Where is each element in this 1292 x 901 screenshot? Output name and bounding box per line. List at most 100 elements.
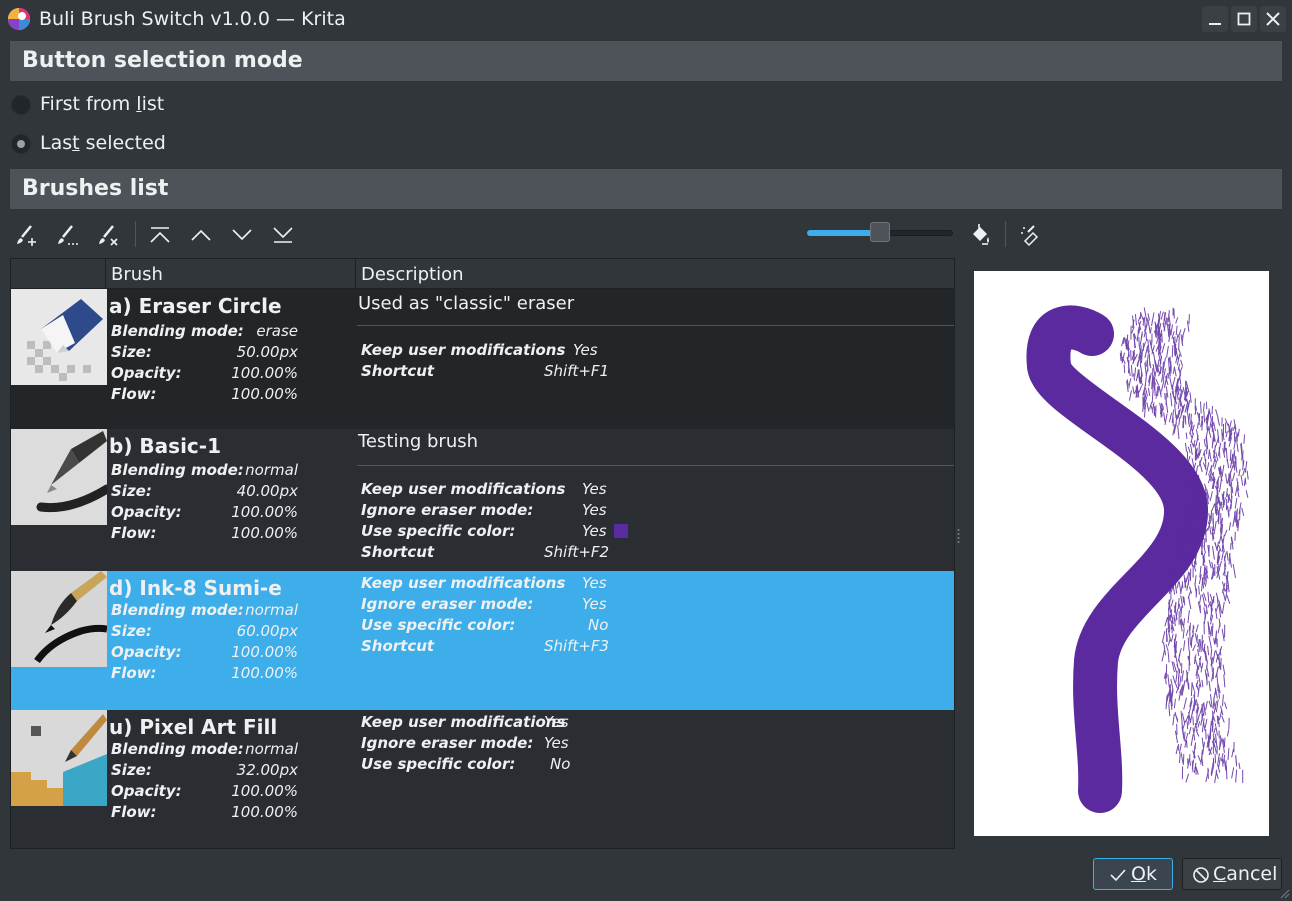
selection-mode-title: Button selection mode: [22, 48, 303, 73]
option-value: Yes: [544, 713, 569, 731]
maximize-button[interactable]: [1231, 6, 1257, 32]
sketch-stroke-hatch: [1188, 413, 1191, 424]
description-separator: [357, 325, 954, 326]
sketch-stroke-hatch: [1188, 625, 1191, 635]
sketch-stroke-hatch: [1196, 634, 1198, 642]
edit-brush-icon: [58, 225, 78, 245]
radio-last-selected[interactable]: Last selected: [10, 129, 310, 159]
slider-handle[interactable]: [870, 222, 890, 242]
sketch-stroke-hatch: [1161, 343, 1166, 354]
sketch-stroke-hatch: [1189, 431, 1193, 439]
sketch-stroke-hatch: [1225, 473, 1228, 484]
resize-grip-icon[interactable]: [1278, 887, 1290, 899]
stroke-preview-canvas: [1026, 305, 1249, 813]
sketch-stroke-hatch: [1221, 551, 1224, 561]
option-key: Use specific color:: [361, 616, 516, 634]
sketch-stroke-hatch: [1227, 580, 1230, 593]
ok-button[interactable]: Ok: [1093, 858, 1173, 890]
sketch-stroke-hatch: [1175, 334, 1179, 343]
column-header-brush[interactable]: Brush: [105, 259, 357, 289]
minimize-button[interactable]: [1202, 6, 1228, 32]
close-button[interactable]: [1260, 6, 1286, 32]
sketch-stroke-hatch: [1169, 376, 1173, 391]
radio-button[interactable]: [11, 95, 31, 115]
sketch-stroke-hatch: [1165, 644, 1169, 652]
sketch-stroke-hatch: [1179, 366, 1183, 374]
move-last-icon: [273, 227, 293, 243]
sketch-stroke-hatch: [1176, 581, 1180, 589]
sketch-stroke-hatch: [1172, 713, 1175, 726]
brush-description: Testing brush: [358, 431, 479, 452]
brushes-table: Brush Description a) Eraser Circle Blend…: [10, 258, 955, 849]
sketch-stroke-hatch: [1196, 665, 1199, 679]
add-brush-button[interactable]: [11, 218, 43, 250]
sketch-stroke-hatch: [1177, 597, 1180, 610]
move-down-button[interactable]: [226, 218, 258, 250]
sketch-stroke-hatch: [1178, 336, 1180, 351]
add-brush-icon: [17, 225, 36, 246]
move-first-button[interactable]: [144, 218, 176, 250]
table-row-basic-1[interactable]: b) Basic-1 Blending mode: normal Size: 4…: [11, 429, 954, 569]
table-row-ink-8-sumi-e[interactable]: d) Ink-8 Sumi-e Blending mode: normal Si…: [11, 571, 954, 711]
option-key: Ignore eraser mode:: [361, 595, 534, 613]
sketch-stroke-hatch: [1168, 412, 1173, 423]
blending-mode-label: Blending mode:: [111, 740, 244, 758]
remove-brush-button[interactable]: [93, 218, 125, 250]
option-key: Use specific color:: [361, 755, 516, 773]
sketch-stroke-hatch: [1225, 765, 1228, 780]
sketch-stroke-hatch: [1213, 520, 1217, 535]
sketch-stroke-hatch: [1236, 432, 1239, 443]
sketch-stroke-hatch: [1170, 324, 1173, 334]
sketch-stroke-hatch: [1119, 352, 1122, 361]
fill-button[interactable]: [963, 218, 995, 250]
eraser-settings-button[interactable]: [1013, 218, 1045, 250]
move-last-button[interactable]: [267, 218, 299, 250]
sketch-stroke-hatch: [1229, 449, 1232, 462]
flow-value: 100.00%: [231, 803, 298, 821]
thumbnail-size-slider[interactable]: [807, 220, 953, 246]
sketch-stroke-hatch: [1161, 329, 1163, 343]
radio-button-checked[interactable]: [11, 134, 31, 154]
sketch-stroke-hatch: [1231, 486, 1234, 494]
edit-brush-button[interactable]: [52, 218, 84, 250]
sketch-stroke-hatch: [1174, 582, 1178, 594]
brushes-list-header: Brushes list: [10, 169, 1282, 209]
sketch-stroke-hatch: [1183, 697, 1187, 710]
option-value: Yes: [582, 480, 607, 498]
table-row-eraser-circle[interactable]: a) Eraser Circle Blending mode: erase Si…: [11, 289, 954, 429]
sketch-stroke-hatch: [1205, 462, 1210, 476]
sketch-stroke-hatch: [1228, 522, 1232, 531]
size-label: Size:: [111, 482, 152, 500]
sketch-stroke-hatch: [1195, 699, 1199, 706]
sketch-stroke-hatch: [1187, 637, 1190, 651]
sketch-stroke-hatch: [1150, 327, 1152, 334]
splitter-handle[interactable]: [957, 528, 960, 544]
cancel-button[interactable]: Cancel: [1182, 858, 1282, 890]
table-row-pixel-art-fill[interactable]: u) Pixel Art Fill Blending mode: normal …: [11, 710, 954, 848]
brush-thumbnail-eraser: [11, 289, 107, 385]
sketch-stroke-hatch: [1161, 650, 1165, 662]
sketch-stroke-hatch: [1243, 479, 1246, 487]
sketch-stroke-hatch: [1209, 491, 1213, 502]
sketch-stroke-hatch: [1190, 443, 1193, 455]
selection-mode-header: Button selection mode: [10, 41, 1282, 81]
brush-description: Used as "classic" eraser: [358, 293, 575, 314]
blending-mode-label: Blending mode:: [111, 601, 244, 619]
sketch-stroke-hatch: [1184, 442, 1188, 452]
size-label: Size:: [111, 622, 152, 640]
option-value: No: [588, 616, 609, 634]
sketch-stroke-hatch: [1221, 601, 1225, 615]
sketch-stroke-hatch: [1231, 748, 1234, 758]
radio-first-from-list[interactable]: First from list: [10, 90, 310, 120]
column-header-description[interactable]: Description: [355, 259, 954, 289]
sketch-stroke-hatch: [1147, 319, 1151, 334]
option-key: Keep user modifications: [361, 574, 566, 592]
sketch-stroke-hatch: [1170, 633, 1174, 642]
sketch-stroke-hatch: [1185, 773, 1190, 783]
sketch-stroke-hatch: [1211, 503, 1216, 511]
move-up-button[interactable]: [185, 218, 217, 250]
sketch-stroke-hatch: [1152, 364, 1156, 377]
sketch-stroke-hatch: [1173, 698, 1176, 709]
size-value: 32.00px: [236, 761, 298, 779]
sketch-stroke-hatch: [1227, 748, 1230, 761]
